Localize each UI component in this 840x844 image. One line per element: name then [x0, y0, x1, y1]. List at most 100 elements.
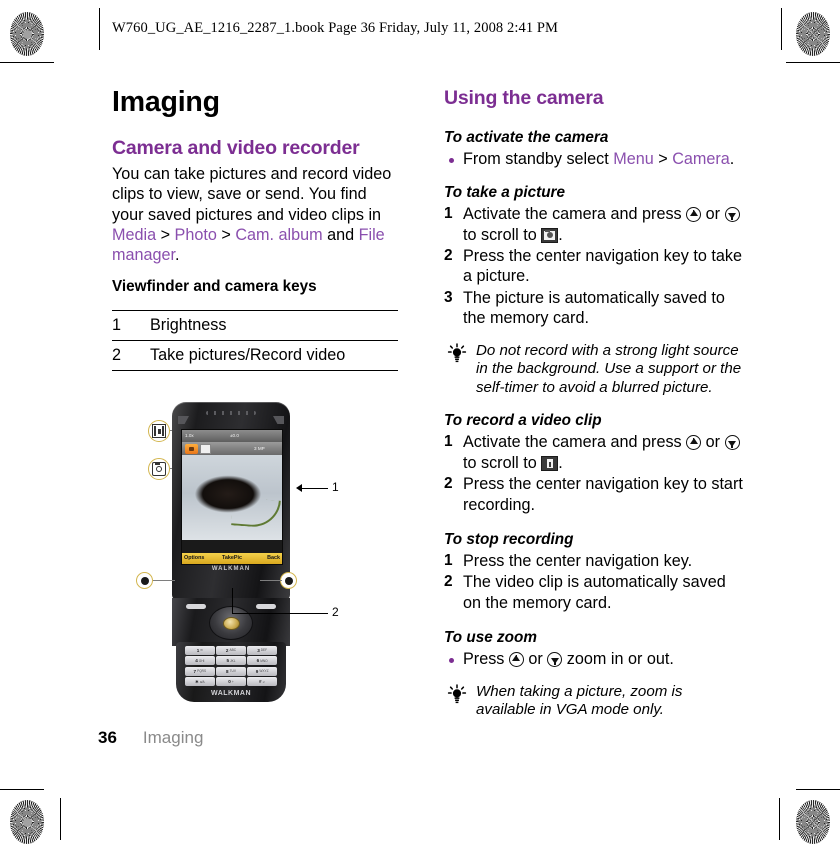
list-item: Press or zoom in or out. [444, 649, 744, 669]
task-steps-take-picture: Activate the camera and press or to scro… [444, 204, 744, 328]
key-letters: JKL [230, 658, 236, 663]
print-star-target-bottom-right [796, 800, 830, 844]
camera-keys-table: 1 Brightness 2 Take pictures/Record vide… [112, 309, 398, 371]
registration-mark-lower-right [799, 748, 833, 782]
step-text-pre: Press [463, 650, 509, 669]
crop-line-lower-right-horizontal [796, 789, 840, 791]
keypad-key[interactable]: 8 TUV [216, 666, 246, 676]
task-heading-take-picture: To take a picture [444, 184, 565, 202]
key-digit: 2 [225, 647, 229, 653]
registration-mark-upper-right [799, 65, 833, 99]
keypad-key[interactable]: 2 ABC [216, 646, 246, 655]
callout-leader-nav-right [260, 580, 282, 582]
video-mode-icon [152, 424, 166, 438]
phone-navigation-area [172, 598, 290, 646]
key-digit: 7 [193, 668, 197, 674]
task-heading-use-zoom: To use zoom [444, 629, 537, 647]
registration-mark-bottom-right [734, 802, 768, 836]
keypad-key[interactable]: 0 + [216, 677, 246, 686]
softkey-take-pic[interactable]: TakePic [222, 555, 242, 562]
right-softkey-button[interactable] [256, 604, 276, 609]
list-item: Activate the camera and press or to scro… [444, 432, 744, 473]
key-letters: GHI [198, 658, 205, 663]
intro-paragraph: You can take pictures and record video c… [112, 164, 398, 266]
key-label: Brightness [150, 309, 398, 341]
step-text-mid: or [701, 205, 725, 224]
navigation-ring[interactable] [209, 606, 253, 640]
key-letters: WXYZ [259, 669, 269, 674]
right-column: Using the camera To activate the camera … [444, 87, 744, 720]
registration-mark-upper-left [7, 65, 41, 99]
registration-mark-top-right [740, 12, 774, 46]
phone-illustration: 1.0x ±0.0 3 MP Options TakePic Back WALK… [112, 398, 402, 718]
keypad-key[interactable]: 9 WXYZ [247, 666, 277, 676]
viewfinder-status-bar-top: 1.0x ±0.0 [182, 430, 282, 442]
viewfinder-camera-mode-button[interactable] [185, 443, 198, 454]
step-text-post: to scroll to [463, 453, 542, 472]
callout-video-mode-icon [148, 420, 170, 442]
key-letters: a/A [199, 679, 205, 684]
callout-number-2: 2 [332, 605, 339, 619]
page-title: Imaging [112, 86, 220, 118]
keypad-key[interactable]: 6 MNO [247, 656, 277, 666]
section-heading-using-the-camera: Using the camera [444, 87, 604, 109]
keypad-key[interactable]: # ↵ [247, 677, 277, 686]
left-column: Imaging Camera and video recorder You ca… [112, 86, 398, 371]
step-text-post: to scroll to [463, 225, 542, 244]
registration-mark-mid-right [799, 405, 833, 439]
phone-handset: 1.0x ±0.0 3 MP Options TakePic Back WALK… [172, 402, 290, 702]
step-text-pre: Activate the camera and press [463, 433, 687, 452]
nav-down-icon [724, 435, 740, 451]
menu-path-photo: Photo [174, 225, 217, 244]
nav-left-key-icon [140, 576, 149, 585]
section-heading-camera-and-video-recorder: Camera and video recorder [112, 136, 360, 159]
nav-key-callout-right [280, 572, 297, 589]
viewfinder-preview-image [182, 455, 282, 540]
nav-up-icon [508, 652, 524, 668]
crop-line-top-left-vertical [99, 8, 101, 50]
step-text-mid: or [523, 650, 548, 669]
viewfinder-video-mode-button[interactable] [200, 443, 211, 454]
left-softkey-button[interactable] [186, 604, 206, 609]
menu-link-menu: Menu [613, 149, 654, 168]
callout-number-1: 1 [332, 480, 339, 494]
softkey-options[interactable]: Options [184, 555, 204, 562]
keypad-key[interactable]: 7 PQRS [185, 666, 215, 676]
preview-cable-shape [231, 497, 281, 529]
keypad-key[interactable]: 1 ✉ [185, 646, 215, 655]
resolution-indicator: 3 MP [254, 446, 265, 451]
registration-mark-bottom-left [72, 802, 106, 836]
softkey-back[interactable]: Back [267, 555, 280, 562]
bezel-corner-left [178, 416, 189, 424]
bezel-corner-right [273, 416, 284, 424]
lightbulb-icon [447, 683, 467, 703]
key-letters: ↵ [262, 679, 266, 684]
task-heading-record-video-clip: To record a video clip [444, 412, 602, 430]
walkman-brand-text: WALKMAN [211, 566, 251, 572]
task-steps-use-zoom: Press or zoom in or out. [444, 649, 744, 669]
step-text-pre: From standby select [463, 149, 614, 168]
keypad-key[interactable]: 3 DEF [247, 646, 277, 655]
keypad-key[interactable]: 4 GHI [185, 656, 215, 666]
key-letters: + [231, 679, 234, 684]
key-digit: 3 [257, 647, 260, 653]
crop-line-top-right-vertical [781, 8, 783, 50]
keypad-key[interactable]: ∗ a/A [185, 677, 215, 686]
registration-mark-bottom-center [403, 802, 437, 836]
center-navigation-key[interactable] [222, 616, 240, 630]
menu-path-cam-album: Cam. album [235, 225, 323, 244]
key-digit: # [259, 679, 262, 685]
tip-text: When taking a picture, zoom is available… [476, 682, 683, 719]
path-separator-1: > [156, 225, 175, 244]
key-letters: DEF [260, 648, 268, 653]
list-item: Press the center navigation key to take … [444, 246, 742, 286]
menu-path-media: Media [112, 225, 157, 244]
registration-mark-lower-left [7, 748, 41, 782]
keypad-key[interactable]: 5 JKL [216, 656, 246, 666]
crop-line-lower-left-horizontal [0, 789, 44, 791]
softkey-bar: Options TakePic Back [182, 553, 282, 564]
nav-right-key-icon [284, 576, 293, 585]
camera-mode-icon [541, 227, 559, 243]
